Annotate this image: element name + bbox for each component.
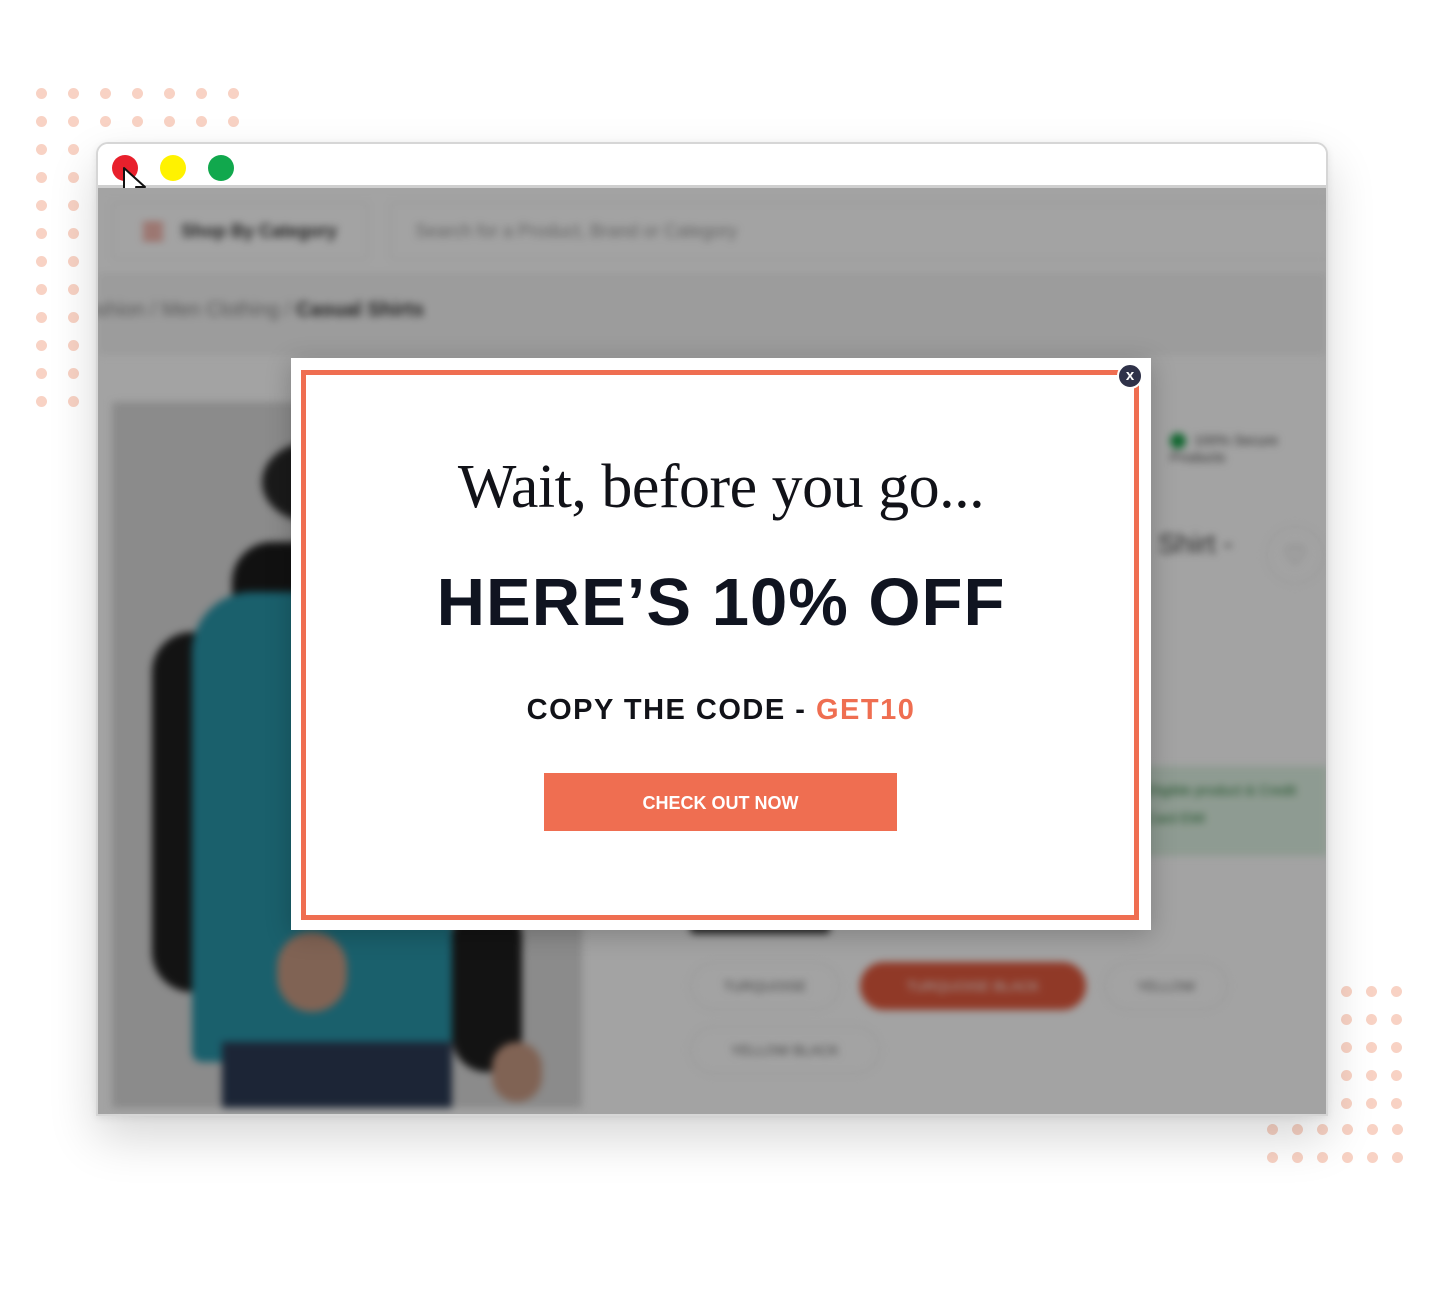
decorative-dot <box>1267 1152 1278 1163</box>
decorative-dot <box>68 88 79 99</box>
decorative-dot <box>1317 1124 1328 1135</box>
decorative-dot <box>1341 1014 1352 1025</box>
decorative-dot <box>1292 1124 1303 1135</box>
decorative-dot <box>68 284 79 295</box>
decorative-dot <box>100 116 111 127</box>
browser-titlebar <box>98 144 1326 202</box>
code-prefix: COPY THE CODE - <box>526 694 816 726</box>
decorative-dot <box>1366 1070 1377 1081</box>
decorative-dot <box>1392 1124 1403 1135</box>
decorative-dot <box>68 144 79 155</box>
decorative-dot <box>36 312 47 323</box>
decorative-dot <box>1391 1042 1402 1053</box>
decorative-dot <box>132 116 143 127</box>
window-maximize-button[interactable] <box>208 155 234 181</box>
window-minimize-button[interactable] <box>160 155 186 181</box>
decorative-dot <box>36 172 47 183</box>
decorative-dot <box>1342 1152 1353 1163</box>
decorative-dot <box>36 144 47 155</box>
decorative-dot <box>164 88 175 99</box>
decorative-dot <box>68 368 79 379</box>
decorative-dot-grid <box>1341 986 1402 1109</box>
decorative-dot <box>36 284 47 295</box>
decorative-dot <box>68 116 79 127</box>
decorative-dot <box>1292 1152 1303 1163</box>
decorative-dot <box>1366 986 1377 997</box>
decorative-dot <box>1366 1098 1377 1109</box>
decorative-dot-grid <box>1267 1124 1403 1163</box>
decorative-dot <box>36 396 47 407</box>
decorative-dot <box>100 88 111 99</box>
decorative-dot <box>1342 1124 1353 1135</box>
discount-code[interactable]: GET10 <box>816 694 915 726</box>
decorative-dot <box>228 116 239 127</box>
decorative-dot <box>1392 1152 1403 1163</box>
discount-popup: x Wait, before you go... HERE’S 10% OFF … <box>291 358 1151 930</box>
decorative-dot <box>36 340 47 351</box>
decorative-dot <box>1391 1098 1402 1109</box>
decorative-dot <box>68 228 79 239</box>
decorative-dot <box>36 88 47 99</box>
decorative-dot <box>1341 1042 1352 1053</box>
decorative-dot <box>68 340 79 351</box>
decorative-dot <box>196 116 207 127</box>
decorative-dot <box>1317 1152 1328 1163</box>
decorative-dot <box>36 368 47 379</box>
decorative-dot <box>36 200 47 211</box>
decorative-dot <box>1341 1098 1352 1109</box>
decorative-dot <box>68 396 79 407</box>
decorative-dot <box>1341 1070 1352 1081</box>
decorative-dot <box>68 172 79 183</box>
decorative-dot <box>1341 986 1352 997</box>
decorative-dot-grid <box>36 144 79 407</box>
popup-headline: Wait, before you go... <box>457 453 985 521</box>
decorative-dot <box>1391 1070 1402 1081</box>
decorative-dot <box>1366 1014 1377 1025</box>
decorative-dot <box>228 88 239 99</box>
decorative-dot <box>68 200 79 211</box>
popup-close-button[interactable]: x <box>1117 363 1143 389</box>
decorative-dot <box>164 116 175 127</box>
decorative-dot <box>36 228 47 239</box>
decorative-dot-grid <box>36 88 239 127</box>
decorative-dot <box>1367 1152 1378 1163</box>
decorative-dot <box>68 312 79 323</box>
decorative-dot <box>132 88 143 99</box>
popup-offer: HERE’S 10% OFF <box>436 565 1006 640</box>
decorative-dot <box>1366 1042 1377 1053</box>
decorative-dot <box>1367 1124 1378 1135</box>
check-out-now-button[interactable]: CHECK OUT NOW <box>544 773 897 831</box>
decorative-dot <box>68 256 79 267</box>
decorative-dot <box>36 116 47 127</box>
decorative-dot <box>36 256 47 267</box>
popup-code-line: COPY THE CODE - GET10 <box>291 694 1151 727</box>
decorative-dot <box>1267 1124 1278 1135</box>
decorative-dot <box>196 88 207 99</box>
decorative-dot <box>1391 1014 1402 1025</box>
decorative-dot <box>1391 986 1402 997</box>
